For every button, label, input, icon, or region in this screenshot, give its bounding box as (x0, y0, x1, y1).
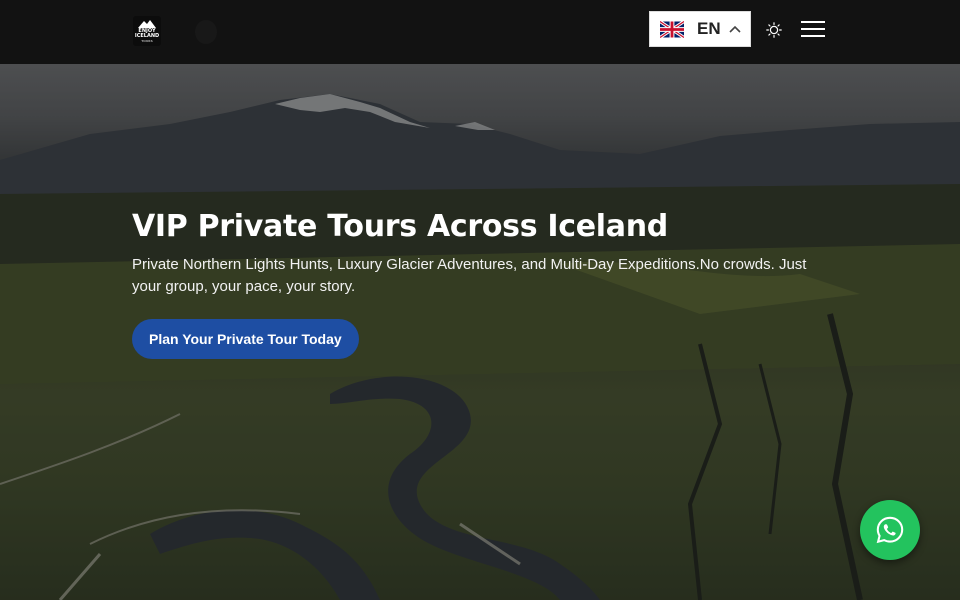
secondary-logo[interactable] (195, 20, 217, 44)
site-logo[interactable]: ENJOY ICELAND TOURS (133, 16, 161, 46)
logo-text-line3: TOURS (141, 38, 153, 43)
hero-description: Private Northern Lights Hunts, Luxury Gl… (132, 256, 807, 295)
chevron-up-icon (729, 25, 741, 33)
whatsapp-button[interactable] (860, 500, 920, 560)
menu-bar (801, 35, 825, 37)
whatsapp-icon (876, 516, 904, 544)
uk-flag-icon (660, 20, 684, 38)
language-code: EN (697, 19, 721, 38)
menu-bar (801, 21, 825, 23)
plan-tour-button[interactable]: Plan Your Private Tour Today (132, 319, 359, 359)
hero-section: VIP Private Tours Across Iceland Private… (0, 64, 960, 600)
mountain-logo-icon (138, 19, 156, 28)
site-header: ENJOY ICELAND TOURS EN (0, 0, 960, 64)
sun-icon[interactable] (766, 22, 782, 38)
hero-content: VIP Private Tours Across Iceland Private… (132, 208, 832, 359)
hero-title: VIP Private Tours Across Iceland (132, 209, 668, 244)
language-selector[interactable]: EN (649, 11, 751, 47)
hamburger-menu-icon[interactable] (801, 21, 825, 39)
menu-bar (801, 28, 825, 30)
